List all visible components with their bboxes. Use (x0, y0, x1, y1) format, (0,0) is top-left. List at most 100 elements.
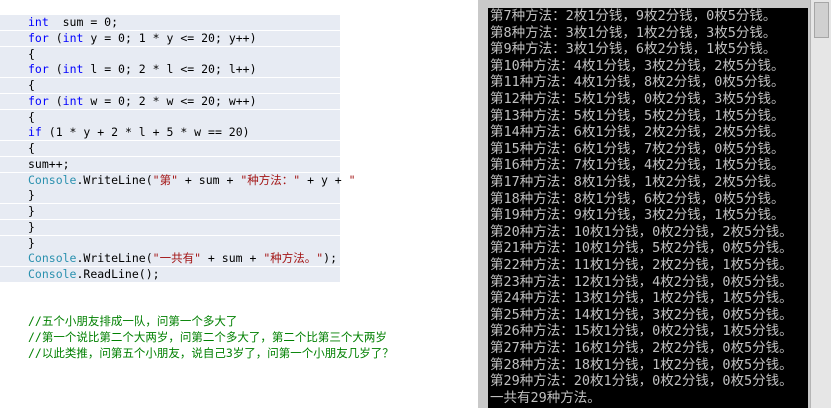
code-token: Console (28, 172, 77, 187)
code-line: { (0, 46, 470, 62)
code-token: .WriteLine( (76, 251, 153, 266)
code-line: for (int y = 0; 1 * y <= 20; y++) (0, 30, 470, 46)
code-token: + y + (300, 172, 349, 187)
code-line: if (1 * y + 2 * l + 5 * w == 20) (0, 124, 470, 141)
code-highlight (0, 219, 340, 235)
code-highlight (0, 141, 340, 156)
code-token: + sum + (201, 251, 264, 266)
console-line: 第27种方法：16枚1分钱，2枚2分钱，0枚5分钱。 (490, 340, 793, 356)
code-token: ( (48, 62, 63, 77)
console-line: 第10种方法：4枚1分钱，3枚2分钱，2枚5分钱。 (490, 57, 785, 74)
console-line: 第11种方法：4枚1分钱，8枚2分钱，0枚5分钱。 (490, 74, 785, 91)
code-token: w = 0; 2 * w <= 20; w++) (83, 93, 257, 108)
code-line: } (0, 187, 470, 204)
code-token: " (348, 172, 356, 187)
code-highlight (0, 78, 340, 93)
code-token: "一共有" (152, 251, 201, 266)
console-line: 第7种方法：2枚1分钱，9枚2分钱，0枚5分钱。 (490, 8, 777, 24)
console-line: 第17种方法：8枚1分钱，1枚2分钱，2枚5分钱。 (490, 174, 785, 190)
code-token: + sum + (178, 172, 241, 187)
console-line: 第9种方法：3枚1分钱，6枚2分钱，1枚5分钱。 (490, 41, 777, 58)
code-line: } (0, 203, 470, 219)
console-window: 第7种方法：2枚1分钱，9枚2分钱，0枚5分钱。 第8种方法：3枚1分钱，1枚2分… (478, 0, 831, 408)
code-highlight (0, 204, 340, 219)
code-line: { (0, 140, 470, 156)
console-line: 第24种方法：13枚1分钱，1枚2分钱，1枚5分钱。 (490, 290, 793, 307)
code-token: } (28, 188, 35, 203)
code-token: for (28, 93, 49, 108)
code-line: { (0, 77, 470, 93)
console-line: 第22种方法：11枚1分钱，2枚2分钱，1枚5分钱。 (490, 257, 793, 273)
console-line: 第12种方法：5枚1分钱，0枚2分钱，3枚5分钱。 (490, 91, 785, 107)
code-line: //第一个说比第二个大两岁，问第二个多大了，第二个比第三个大两岁 (0, 329, 470, 345)
console-line: 第13种方法：5枚1分钱，5枚2分钱，1枚5分钱。 (490, 107, 785, 124)
console-line: 第28种方法：18枚1分钱，1枚2分钱，0枚5分钱。 (490, 356, 793, 373)
code-token: } (28, 235, 35, 250)
code-token: int (62, 30, 84, 45)
console-output[interactable]: 第7种方法：2枚1分钱，9枚2分钱，0枚5分钱。 第8种方法：3枚1分钱，1枚2分… (488, 8, 808, 408)
code-token: Console (28, 267, 77, 281)
console-line: 第26种方法：15枚1分钱，0枚2分钱，1枚5分钱。 (490, 323, 793, 340)
code-token: //第一个说比第二个大两岁，问第二个多大了，第二个比第三个大两岁 (28, 330, 387, 344)
code-token: l = 0; 2 * l <= 20; l++) (83, 62, 257, 77)
scrollbar-thumb[interactable] (814, 2, 829, 38)
code-token: int (28, 15, 49, 29)
code-token: sum++; (28, 156, 70, 171)
code-line: //五个小朋友排成一队，问第一个多大了 (0, 313, 470, 329)
code-token: { (28, 78, 35, 92)
code-line: { (0, 109, 470, 125)
code-line: int sum = 0; (0, 14, 470, 30)
console-scrollbar[interactable] (810, 0, 831, 408)
console-line: 第25种方法：14枚1分钱，3枚2分钱，0枚5分钱。 (490, 306, 793, 323)
console-line: 第15种方法：6枚1分钱，7枚2分钱，0枚5分钱。 (490, 140, 785, 157)
code-line: Console.WriteLine("一共有" + sum + "种方法。"); (0, 250, 470, 267)
code-line: //以此类推，问第五个小朋友，说自己3岁了，问第一个小朋友几岁了？ (0, 345, 470, 361)
code-highlight (0, 188, 340, 204)
code-line: sum++; (0, 156, 470, 172)
code-token: //五个小朋友排成一队，问第一个多大了 (28, 314, 238, 329)
code-token: int (62, 93, 84, 108)
console-line: 第8种方法：3枚1分钱，1枚2分钱，3枚5分钱。 (490, 24, 777, 41)
code-highlight (0, 235, 340, 251)
code-token: .WriteLine( (76, 172, 153, 187)
code-line: Console.WriteLine("第" + sum + "种方法：" + y… (0, 172, 470, 188)
console-line: 第23种方法：12枚1分钱，4枚2分钱，0枚5分钱。 (490, 273, 793, 290)
code-line: } (0, 219, 470, 235)
code-token: int (62, 62, 84, 77)
code-token: ( (48, 30, 63, 45)
console-line: 一共有29种方法。 (490, 389, 601, 406)
code-token: "种方法：" (240, 172, 301, 187)
code-token: (1 * y + 2 * l + 5 * w == 20) (41, 125, 250, 140)
console-line: 第19种方法：9枚1分钱，3枚2分钱，1枚5分钱。 (490, 207, 785, 224)
console-line: 第14种方法：6枚1分钱，2枚2分钱，2枚5分钱。 (490, 124, 785, 141)
console-line: 第18种方法：8枚1分钱，6枚2分钱，0枚5分钱。 (490, 190, 785, 207)
code-highlight (0, 109, 340, 125)
code-token: } (28, 219, 35, 234)
code-line: } (0, 235, 470, 251)
code-token: "种方法。" (263, 251, 324, 266)
code-token: "第" (152, 172, 178, 187)
code-token: if (28, 125, 42, 140)
code-token: //以此类推，问第五个小朋友，说自己3岁了，问第一个小朋友几岁了？ (28, 345, 394, 360)
console-line: 第29种方法：20枚1分钱，0枚2分钱，0枚5分钱。 (490, 373, 793, 390)
code-token: for (28, 62, 49, 77)
code-token: { (28, 46, 35, 61)
code-token: for (28, 30, 49, 45)
code-token: y = 0; 1 * y <= 20; y++) (83, 30, 257, 45)
code-token: { (28, 109, 35, 124)
console-line: 第20种方法：10枚1分钱，0枚2分钱，2枚5分钱。 (490, 223, 793, 240)
code-token: ); (323, 251, 338, 266)
code-line: for (int l = 0; 2 * l <= 20; l++) (0, 61, 470, 78)
console-line: 第16种方法：7枚1分钱，4枚2分钱，1枚5分钱。 (490, 157, 785, 174)
code-token: } (28, 204, 35, 218)
code-highlight (0, 46, 340, 62)
code-token: Console (28, 251, 77, 266)
code-token: { (28, 141, 35, 155)
code-token: .ReadLine(); (76, 267, 160, 281)
code-line: Console.ReadLine(); (0, 266, 470, 282)
code-line: for (int w = 0; 2 * w <= 20; w++) (0, 93, 470, 109)
console-line: 第21种方法：10枚1分钱，5枚2分钱，0枚5分钱。 (490, 240, 793, 257)
code-editor[interactable]: int sum = 0; for (int y = 0; 1 * y <= 20;… (0, 0, 478, 408)
